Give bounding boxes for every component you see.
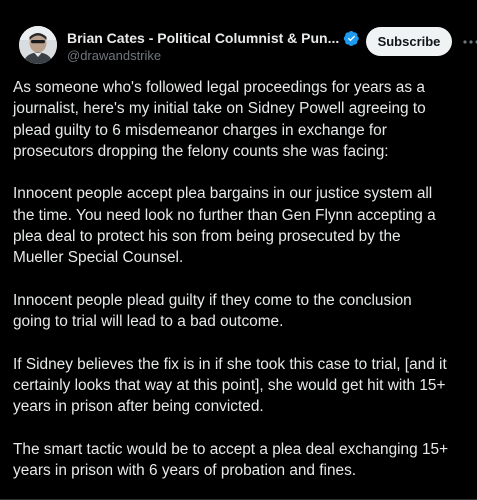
- verified-badge-icon[interactable]: [343, 30, 360, 47]
- more-horizontal-icon[interactable]: [460, 32, 477, 52]
- tweet-card: Brian Cates - Political Columnist & Pun.…: [0, 0, 477, 500]
- subscribe-button[interactable]: Subscribe: [366, 27, 452, 56]
- avatar[interactable]: [19, 26, 57, 64]
- tweet-paragraph-5: The smart tactic would be to accept a pl…: [13, 441, 449, 480]
- author-name-row: Brian Cates - Political Columnist & Pun.…: [67, 29, 367, 47]
- avatar-image: [19, 26, 57, 64]
- tweet-paragraph-2: Innocent people accept plea bargains in …: [13, 185, 436, 267]
- author-info: Brian Cates - Political Columnist & Pun.…: [67, 29, 367, 63]
- author-display-name[interactable]: Brian Cates - Political Columnist & Pun.…: [67, 30, 339, 46]
- tweet-paragraph-3: Innocent people plead guilty if they com…: [13, 291, 412, 331]
- tweet-header: Brian Cates - Political Columnist & Pun.…: [10, 0, 477, 68]
- tweet-text: As someone who's followed legal proceedi…: [13, 77, 475, 482]
- tweet-paragraph-4: If Sidney believes the fix is in if she …: [13, 355, 447, 416]
- author-handle[interactable]: @drawandstrike: [67, 48, 367, 63]
- tweet-paragraph-1: As someone who's followed legal proceedi…: [13, 79, 426, 160]
